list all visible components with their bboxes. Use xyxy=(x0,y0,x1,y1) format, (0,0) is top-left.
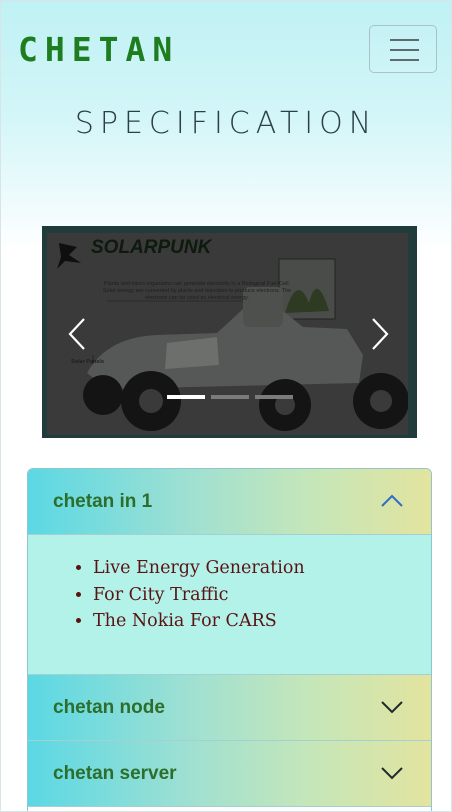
accordion: chetan in 1 Live Energy Generation For C… xyxy=(27,468,432,812)
list-item: The Nokia For CARS xyxy=(93,608,431,635)
accordion-header-label: chetan node xyxy=(53,697,165,718)
navbar-toggle-button[interactable] xyxy=(369,25,437,73)
accordion-body-chetan-in-1: Live Energy Generation For City Traffic … xyxy=(28,535,431,675)
chevron-right-icon xyxy=(372,318,389,350)
accordion-header-label: chetan in 1 xyxy=(53,491,153,512)
chevron-left-icon xyxy=(68,318,85,350)
carousel-prev-button[interactable] xyxy=(59,309,95,359)
carousel-indicator[interactable] xyxy=(210,395,249,399)
page-title: SPECIFICATION xyxy=(74,106,378,141)
chevron-up-icon xyxy=(381,494,403,507)
accordion-header-chetan-in-1[interactable]: chetan in 1 xyxy=(28,469,431,535)
list-item: Live Energy Generation xyxy=(93,555,431,582)
image-carousel: SOLARPUNK Plants and micro organisms can… xyxy=(42,226,417,438)
feature-list: Live Energy Generation For City Traffic … xyxy=(28,535,431,635)
navbar-brand[interactable]: CHETAN xyxy=(18,30,179,70)
slide-caption-text: Plants and micro organisms can generate … xyxy=(102,281,292,301)
carousel-indicator[interactable] xyxy=(166,395,205,399)
carousel-next-button[interactable] xyxy=(362,309,398,359)
carousel-indicators xyxy=(45,395,414,399)
solarpunk-vehicle-image xyxy=(47,233,408,435)
slide-note-text: Solar Panels xyxy=(71,359,105,365)
slide-brand-text: SOLARPUNK xyxy=(91,237,212,258)
accordion-header-chetan-server[interactable]: chetan server xyxy=(28,741,431,807)
accordion-header-chetan-node[interactable]: chetan node xyxy=(28,675,431,741)
carousel-slide-image: SOLARPUNK Plants and micro organisms can… xyxy=(47,233,408,435)
accordion-header-label: chetan server xyxy=(53,763,177,784)
page: CHETAN SPECIFICATION SOLARPUNK Plants an… xyxy=(0,0,452,812)
chevron-down-icon xyxy=(381,701,403,714)
chevron-down-icon xyxy=(381,767,403,780)
list-item: For City Traffic xyxy=(93,582,431,609)
carousel-indicator[interactable] xyxy=(254,395,293,399)
